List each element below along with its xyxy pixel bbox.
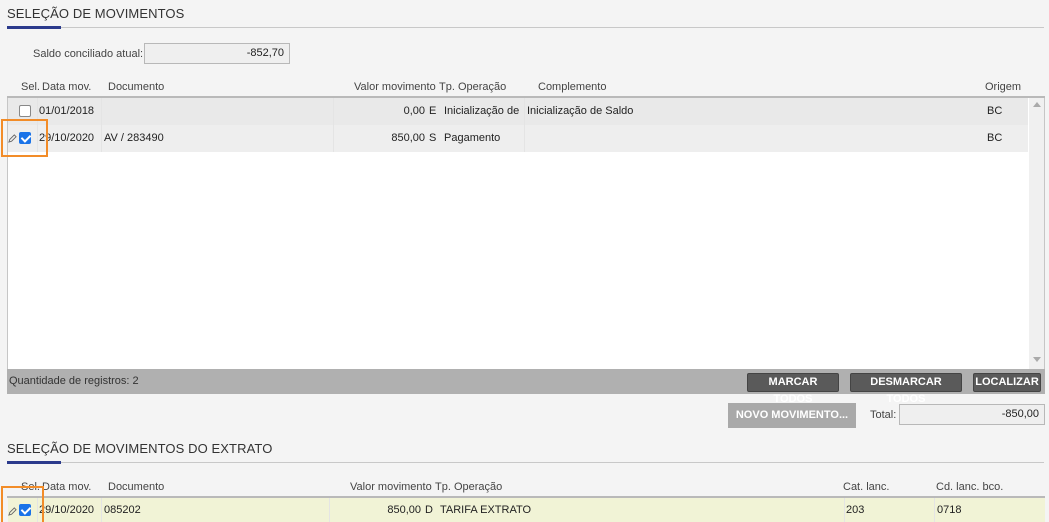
section-title-movimentos: SELEÇÃO DE MOVIMENTOS xyxy=(7,6,185,21)
highlight-box xyxy=(1,119,48,157)
cell-origem: BC xyxy=(987,132,1003,144)
marcar-todos-button[interactable]: MARCAR TODOS xyxy=(747,373,839,405)
title-rule xyxy=(7,27,1044,28)
desmarcar-todos-button[interactable]: DESMARCAR TODOS xyxy=(850,373,962,405)
cell-operacao: TARIFA EXTRATO xyxy=(440,504,532,516)
col-valor[interactable]: Valor movimento xyxy=(354,81,436,93)
saldo-field: -852,70 xyxy=(144,43,290,64)
total-label: Total: xyxy=(870,409,897,421)
row-checkbox[interactable] xyxy=(19,105,31,117)
section-title-extrato: SELEÇÃO DE MOVIMENTOS DO EXTRATO xyxy=(7,441,273,456)
table-row[interactable]: 01/01/2018 0,00 E Inicialização de Inici… xyxy=(8,98,1028,125)
table-row[interactable]: 29/10/2020 085202 850,00 D TARIFA EXTRAT… xyxy=(8,498,1045,522)
cell-tipo: S xyxy=(429,132,437,144)
cell-valor: 850,00 xyxy=(391,132,425,144)
col-complemento[interactable]: Complemento xyxy=(538,81,606,93)
col-tp-operacao[interactable]: Tp. Operação xyxy=(439,81,506,93)
title-accent xyxy=(7,461,61,464)
col-documento[interactable]: Documento xyxy=(108,81,164,93)
total-field: -850,00 xyxy=(899,404,1045,425)
cell-operacao: Inicialização de xyxy=(444,105,520,117)
title-accent xyxy=(7,26,61,29)
cell-valor: 850,00 xyxy=(387,504,421,516)
cell-tipo: E xyxy=(429,105,437,117)
col-cat-lanc[interactable]: Cat. lanc. xyxy=(843,481,889,493)
cell-cd: 0718 xyxy=(937,504,962,516)
cell-tipo: D xyxy=(425,504,433,516)
cell-operacao: Pagamento xyxy=(444,132,501,144)
highlight-box xyxy=(1,486,44,522)
col-cd-lanc-bco[interactable]: Cd. lanc. bco. xyxy=(936,481,1003,493)
scroll-up-icon[interactable] xyxy=(1033,102,1041,107)
scroll-down-icon[interactable] xyxy=(1033,357,1041,362)
cell-cat: 203 xyxy=(846,504,865,516)
col-documento[interactable]: Documento xyxy=(108,481,164,493)
col-data[interactable]: Data mov. xyxy=(42,481,91,493)
col-valor[interactable]: Valor movimento xyxy=(350,481,432,493)
saldo-label: Saldo conciliado atual: xyxy=(33,48,144,60)
cell-valor: 0,00 xyxy=(403,105,425,117)
cell-origem: BC xyxy=(987,105,1003,117)
title-rule xyxy=(7,462,1044,463)
table-row[interactable]: 29/10/2020 AV / 283490 850,00 S Pagament… xyxy=(8,125,1028,152)
col-tp-operacao[interactable]: Tp. Operação xyxy=(435,481,502,493)
scrollbar-track[interactable] xyxy=(1029,98,1044,369)
localizar-button[interactable]: LOCALIZAR xyxy=(973,373,1041,392)
novo-movimento-button[interactable]: NOVO MOVIMENTO... xyxy=(728,403,856,428)
col-sel: Sel. xyxy=(21,81,40,93)
cell-documento: AV / 283490 xyxy=(104,132,164,144)
cell-complemento: Inicialização de Saldo xyxy=(527,105,634,117)
cell-data: 29/10/2020 xyxy=(39,504,95,516)
col-data[interactable]: Data mov. xyxy=(42,81,91,93)
record-count: Quantidade de registros: 2 xyxy=(9,375,139,387)
col-origem[interactable]: Origem xyxy=(985,81,1021,93)
cell-documento: 085202 xyxy=(104,504,141,516)
